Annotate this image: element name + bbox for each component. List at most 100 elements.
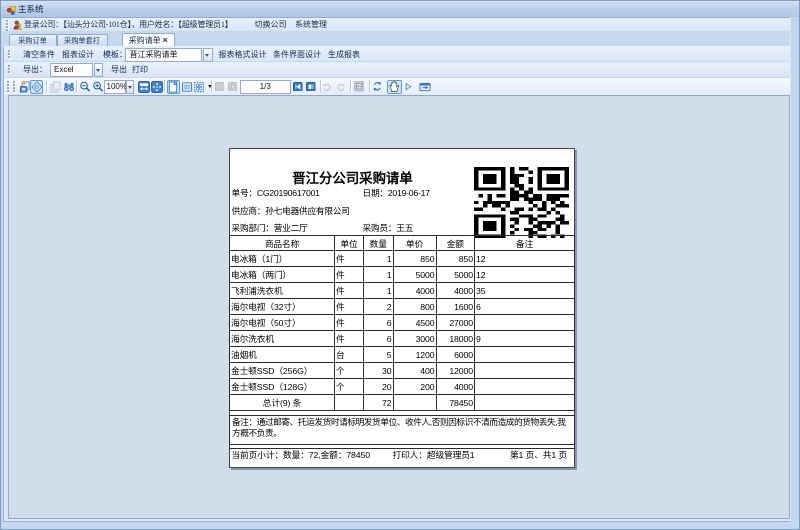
table-cell: 3000 (393, 331, 436, 347)
export-format-arrow-icon[interactable] (94, 63, 104, 77)
toolbar1-grip[interactable] (8, 50, 11, 58)
toolbar2-grip[interactable] (8, 65, 11, 73)
table-row: 油烟机台512006000 (230, 347, 575, 363)
column-header: 单价 (393, 236, 436, 251)
report-toolbar: 清空条件 报表设计 模板： 晋江采购请单 报表格式设计 条件界面设计 生成报表 (4, 47, 790, 62)
window-frame-left (0, 17, 1, 530)
table-cell: 件 (335, 267, 364, 283)
report-format-design-button[interactable]: 报表格式设计 (219, 47, 267, 63)
toolbar-separator (369, 80, 370, 92)
window-frame-bottom (0, 522, 800, 530)
undo-button[interactable] (322, 82, 332, 92)
clear-conditions-button[interactable]: 清空条件 (23, 47, 55, 63)
refresh-icon (372, 81, 383, 92)
print-design-button[interactable] (30, 80, 43, 94)
table-cell: 12 (475, 267, 575, 283)
zoom-out-button[interactable] (79, 80, 92, 94)
window-titlebar[interactable]: 主系统 (0, 0, 800, 18)
single-page-button[interactable] (167, 80, 180, 94)
template-select[interactable]: 晋江采购请单 (125, 48, 203, 62)
export-format-select[interactable]: Excel (50, 63, 93, 77)
continue-button[interactable] (404, 82, 413, 91)
table-cell: 27000 (436, 315, 475, 331)
window-frame-right (790, 17, 800, 530)
table-row: 海尔电视（50寸）件6450027000 (230, 315, 575, 331)
toolbar-separator (320, 80, 321, 92)
last-view-button[interactable] (306, 82, 316, 91)
refresh-button[interactable] (372, 82, 383, 92)
table-cell: 4000 (436, 379, 475, 395)
first-view-button[interactable] (293, 82, 303, 91)
table-cell: 件 (335, 315, 364, 331)
fit-width-button[interactable] (138, 80, 151, 94)
copy-icon (50, 81, 62, 93)
multi-page-grid-button[interactable] (192, 80, 205, 94)
multi-page-grid-icon (193, 81, 205, 93)
export-toolbar: 导出： Excel 导出 打印 (4, 62, 790, 78)
report-design-button[interactable]: 报表设计 (62, 47, 94, 63)
table-cell: 油烟机 (230, 347, 335, 363)
zoom-level-field[interactable]: 100% (104, 80, 126, 94)
zoom-level-value: 100% (107, 81, 127, 93)
preview-toolbar: 100% 1/3 (4, 78, 790, 95)
table-cell: 电冰箱（1门） (230, 251, 335, 267)
table-cell: 4500 (393, 315, 436, 331)
table-cell: 件 (335, 251, 364, 267)
table-cell: 海尔洗衣机 (230, 331, 335, 347)
copy-button[interactable] (49, 80, 62, 94)
table-cell: 12 (475, 251, 575, 267)
table-cell: 850 (436, 251, 475, 267)
continue-icon (404, 82, 413, 91)
zoom-combo-arrow-icon (128, 86, 132, 91)
tab-purchase-request[interactable]: 采购请单 × (122, 33, 176, 47)
user-icon (13, 20, 22, 30)
zoom-combo-arrow-button[interactable] (126, 80, 135, 94)
last-view-icon (306, 82, 316, 92)
table-cell: 30 (364, 363, 394, 379)
window-title: 主系统 (18, 1, 44, 18)
page-setup-button[interactable] (354, 82, 365, 92)
page-indicator-value: 1/3 (241, 81, 290, 93)
column-header: 单位 (335, 236, 364, 251)
fit-page-button[interactable] (151, 80, 164, 94)
export-window-icon (419, 81, 431, 93)
column-header: 金额 (436, 236, 475, 251)
column-header: 商品名称 (230, 236, 335, 251)
table-cell: 1 (364, 251, 394, 267)
condition-ui-design-button[interactable]: 条件界面设计 (273, 47, 321, 63)
app-icon (7, 6, 16, 15)
table-cell: 海尔电视（50寸） (230, 315, 335, 331)
table-cell: 4000 (393, 283, 436, 299)
export-window-button[interactable] (418, 80, 432, 94)
menu-item-switch-company[interactable]: 切换公司 (255, 18, 287, 31)
prev-page-button[interactable] (215, 82, 225, 91)
redo-button[interactable] (336, 82, 346, 92)
redo-icon (336, 82, 346, 92)
items-table: 商品名称单位数量单价金额备注电冰箱（1门）件185085012电冰箱（两门）件1… (229, 235, 575, 411)
table-cell (475, 347, 575, 363)
two-pages-icon (181, 81, 193, 93)
generate-report-button[interactable]: 生成报表 (328, 47, 360, 63)
fit-width-icon (138, 81, 150, 93)
export-button[interactable]: 导出 (111, 62, 127, 78)
page-indicator-box[interactable]: 1/3 (240, 80, 291, 94)
undo-icon (322, 82, 332, 92)
zoom-level-combo[interactable]: 100% (104, 80, 135, 94)
menu-item-system-admin[interactable]: 系统管理 (295, 18, 327, 31)
template-select-arrow-icon[interactable] (203, 48, 213, 62)
toolbar3-grip[interactable] (13, 81, 16, 92)
hand-tool-button[interactable] (387, 80, 403, 94)
find-button[interactable] (63, 80, 76, 94)
table-cell: 5000 (393, 267, 436, 283)
dept-field: 采购部门：营业二厅 (232, 222, 308, 234)
menubar-grip[interactable] (6, 20, 9, 31)
table-cell: 4000 (436, 283, 475, 299)
print-button[interactable]: 打印 (132, 62, 148, 78)
toolbar3-grip[interactable] (7, 81, 10, 92)
tab-close-icon[interactable]: × (163, 35, 168, 45)
table-cell: 件 (335, 331, 364, 347)
table-cell: 件 (335, 283, 364, 299)
zoom-in-button[interactable] (91, 80, 104, 94)
page-setup-icon (354, 81, 365, 92)
next-page-button[interactable] (228, 82, 238, 91)
